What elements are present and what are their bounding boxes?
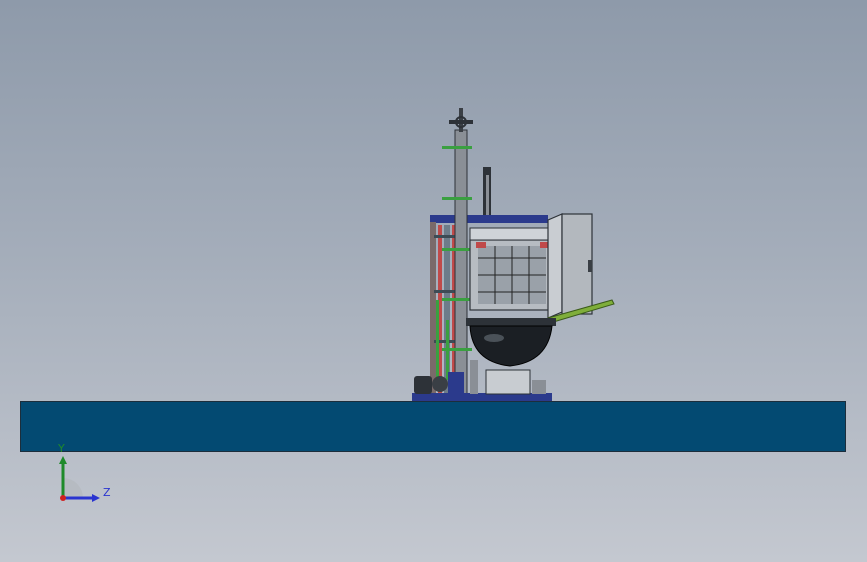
z-axis-arrowhead [92, 494, 100, 502]
cage-structure [469, 227, 556, 311]
x-axis-origin-dot [60, 495, 66, 501]
triad-quadrant [63, 478, 83, 498]
machine-assembly-model[interactable] [0, 0, 867, 562]
side-door-panel [547, 213, 593, 319]
floor-plate [20, 401, 846, 452]
z-axis-label: Z [103, 486, 111, 499]
graphics-viewport[interactable]: Y Z [0, 0, 867, 562]
mixing-bowl [466, 318, 556, 367]
y-axis-arrowhead [59, 456, 67, 464]
y-axis-label: Y [58, 442, 65, 455]
